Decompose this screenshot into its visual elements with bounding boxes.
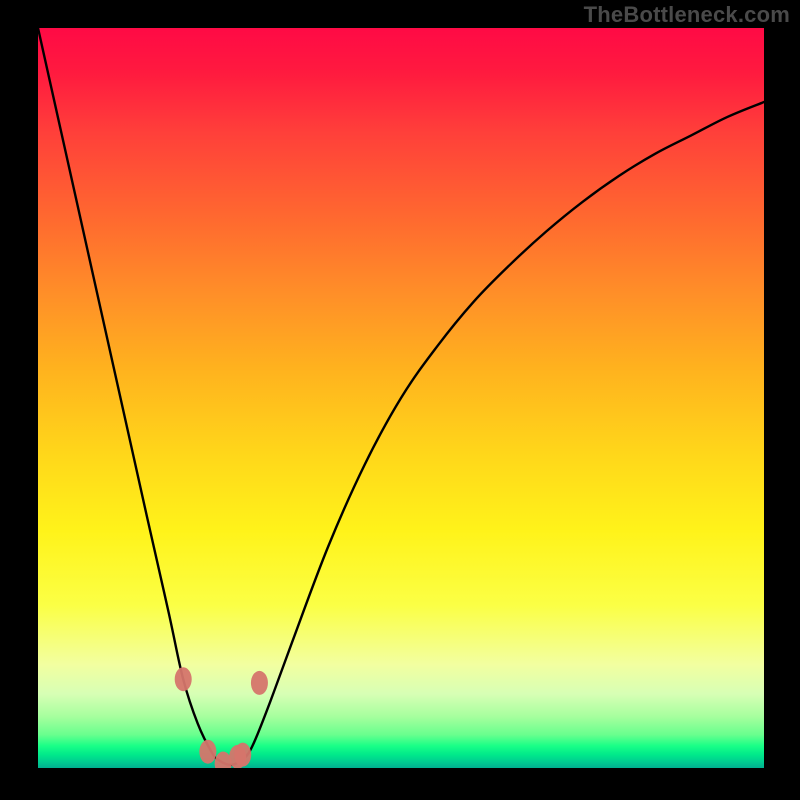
curve-marker — [199, 740, 216, 764]
curve-marker — [175, 667, 192, 691]
plot-area — [38, 28, 764, 768]
curve-layer — [38, 28, 764, 768]
curve-markers — [175, 667, 268, 768]
bottleneck-curve — [38, 28, 764, 765]
chart-frame: TheBottleneck.com — [0, 0, 800, 800]
watermark-text: TheBottleneck.com — [584, 2, 790, 28]
curve-marker — [251, 671, 268, 695]
curve-marker — [215, 752, 232, 768]
curve-marker — [234, 743, 251, 767]
